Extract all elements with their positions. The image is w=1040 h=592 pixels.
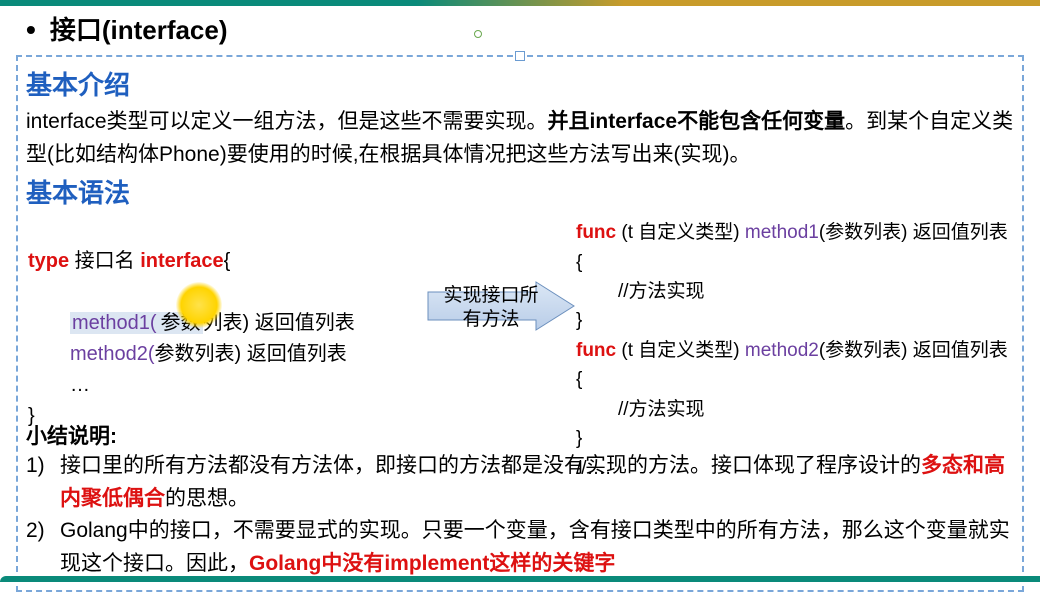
brace-open: { bbox=[224, 250, 231, 272]
impl-body-1: //方法实现 bbox=[576, 277, 1014, 306]
decl-line-1: type 接口名 interface{ bbox=[28, 246, 355, 277]
intro-paragraph: interface类型可以定义一组方法，但是这些不需要实现。并且interfac… bbox=[26, 106, 1014, 171]
syntax-area: type 接口名 interface{ method1(参数列表) 返回值列表 … bbox=[26, 216, 1014, 416]
method1-rest-sel: 参数 bbox=[159, 312, 203, 334]
impl-line-2: func (t 自定义类型) method2(参数列表) 返回值列表 { bbox=[576, 336, 1014, 395]
summary-num-2: 2) bbox=[26, 515, 60, 580]
method2-rest: 参数列表) 返回值列表 bbox=[155, 343, 347, 365]
impl-body-2: //方法实现 bbox=[576, 395, 1014, 424]
textbox-selection[interactable]: 基本介绍 interface类型可以定义一组方法，但是这些不需要实现。并且int… bbox=[16, 55, 1024, 592]
interface-decl-block: type 接口名 interface{ method1(参数列表) 返回值列表 … bbox=[28, 246, 355, 432]
recv-1: (t 自定义类型) bbox=[616, 222, 745, 243]
method2-line: method2(参数列表) 返回值列表 bbox=[28, 339, 355, 370]
section-heading-intro: 基本介绍 bbox=[26, 65, 1014, 102]
impl-close-1: } bbox=[576, 306, 1014, 335]
arrow-label-2: 有方法 bbox=[462, 309, 519, 330]
slide-title: 接口(interface) bbox=[50, 15, 228, 45]
summary-1b: 的思想。 bbox=[165, 487, 249, 510]
slide-title-row: • 接口(interface) bbox=[0, 6, 1040, 55]
kw-type: type bbox=[28, 250, 69, 272]
arrow-label: 实现接口所 有方法 bbox=[426, 284, 556, 332]
method2-name: method2( bbox=[70, 343, 155, 365]
kw-func-2: func bbox=[576, 340, 616, 361]
impl-close-2: } bbox=[576, 424, 1014, 453]
arrow-block: 实现接口所 有方法 bbox=[426, 278, 576, 334]
dots-line: … bbox=[28, 370, 355, 401]
summary-num-1: 1) bbox=[26, 450, 60, 515]
window-bottom-border bbox=[0, 576, 1040, 582]
textbox-handle-icon[interactable] bbox=[515, 51, 525, 61]
impl-dots: //…. bbox=[576, 454, 1014, 483]
method1-name: method1( bbox=[70, 312, 159, 334]
intro-pre: interface类型可以定义一组方法，但是这些不需要实现。 bbox=[26, 110, 548, 133]
kw-func-1: func bbox=[576, 222, 616, 243]
bullet-icon: • bbox=[26, 14, 36, 45]
section-heading-syntax: 基本语法 bbox=[26, 173, 1014, 210]
iface-name: 接口名 bbox=[69, 250, 140, 272]
kw-interface: interface bbox=[140, 250, 223, 272]
intro-bold: 并且interface不能包含任何变量 bbox=[548, 110, 846, 133]
method1-line: method1(参数列表) 返回值列表 bbox=[28, 308, 355, 339]
summary-2-em: Golang中没有implement这样的关键字 bbox=[249, 552, 615, 575]
impl-block: func (t 自定义类型) method1(参数列表) 返回值列表 { //方… bbox=[576, 218, 1014, 483]
textbox-rotate-handle-icon[interactable] bbox=[474, 30, 482, 38]
impl-m2: method2 bbox=[745, 340, 819, 361]
blank-line bbox=[28, 277, 355, 308]
brace-close: } bbox=[28, 401, 355, 432]
arrow-label-1: 实现接口所 bbox=[443, 285, 538, 306]
impl-line-1: func (t 自定义类型) method1(参数列表) 返回值列表 { bbox=[576, 218, 1014, 277]
recv-2: (t 自定义类型) bbox=[616, 340, 745, 361]
impl-m1: method1 bbox=[745, 222, 819, 243]
summary-item-2: 2) Golang中的接口，不需要显式的实现。只要一个变量，含有接口类型中的所有… bbox=[26, 515, 1014, 580]
summary-body-2: Golang中的接口，不需要显式的实现。只要一个变量，含有接口类型中的所有方法，… bbox=[60, 515, 1014, 580]
method1-rest: 列表) 返回值列表 bbox=[203, 312, 355, 334]
